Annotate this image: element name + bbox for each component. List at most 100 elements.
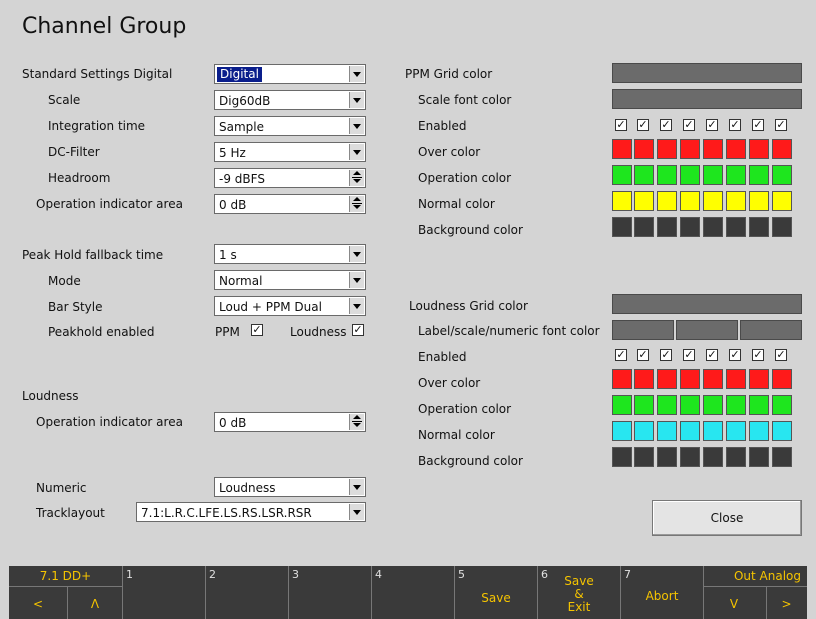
ppm-normal-color-swatch-3[interactable] [657,191,677,211]
ppm-operation-color-swatch-3[interactable] [657,165,677,185]
fkey-prev-group[interactable]: 7.1 DD+ < Λ [9,566,123,619]
numeric-select[interactable]: Loudness [214,477,366,497]
loudness-label-color-swatch-1[interactable] [612,320,674,340]
ppm-background-color-swatch-5[interactable] [703,217,723,237]
integration-time-select[interactable]: Sample [214,116,366,136]
loudness-over-color-swatch-4[interactable] [680,369,700,389]
standard-settings-select[interactable]: Digital [214,64,366,84]
loudness-peakhold-checkbox[interactable]: ✓ [352,324,364,336]
fkey-next-group[interactable]: Out Analog V > [704,566,807,619]
chevron-down-icon[interactable] [349,479,364,495]
loudness-operation-color-swatch-3[interactable] [657,395,677,415]
fkey-3[interactable]: 3 [289,566,372,619]
loudness-background-color-swatch-1[interactable] [612,447,632,467]
loudness-background-color-swatch-2[interactable] [634,447,654,467]
fkey-save[interactable]: 5 Save [455,566,538,619]
spin-arrows-icon[interactable] [349,414,364,430]
chevron-down-icon[interactable] [349,272,364,288]
loudness-operation-color-swatch-1[interactable] [612,395,632,415]
loudness-operation-color-swatch-7[interactable] [749,395,769,415]
nav-up-icon[interactable]: Λ [67,598,123,611]
loudness-normal-color-swatch-3[interactable] [657,421,677,441]
mode-select[interactable]: Normal [214,270,366,290]
loudness-operation-color-swatch-2[interactable] [634,395,654,415]
close-button[interactable]: Close [652,500,802,536]
ppm-normal-color-swatch-2[interactable] [634,191,654,211]
ppm-normal-color-swatch-1[interactable] [612,191,632,211]
loudness-over-color-swatch-3[interactable] [657,369,677,389]
ppm-background-color-swatch-6[interactable] [726,217,746,237]
loudness-background-color-swatch-8[interactable] [772,447,792,467]
loudness-operation-color-swatch-5[interactable] [703,395,723,415]
loudness-over-color-swatch-2[interactable] [634,369,654,389]
loudness-operation-color-swatch-6[interactable] [726,395,746,415]
ppm-operation-color-swatch-6[interactable] [726,165,746,185]
ppm-enabled-checkbox-5[interactable]: ✓ [706,119,718,131]
operation-indicator-spinbox[interactable]: 0 dB [214,194,366,214]
loudness-enabled-checkbox-8[interactable]: ✓ [775,349,787,361]
ppm-over-color-swatch-7[interactable] [749,139,769,159]
ppm-enabled-checkbox-7[interactable]: ✓ [752,119,764,131]
ppm-over-color-swatch-6[interactable] [726,139,746,159]
ppm-background-color-swatch-8[interactable] [772,217,792,237]
ppm-grid-color-swatch[interactable] [612,63,802,83]
loudness-enabled-checkbox-3[interactable]: ✓ [660,349,672,361]
loudness-numeric-color-swatch-3[interactable] [740,320,802,340]
spin-arrows-icon[interactable] [349,196,364,212]
spin-arrows-icon[interactable] [349,170,364,186]
ppm-over-color-swatch-1[interactable] [612,139,632,159]
ppm-enabled-checkbox-3[interactable]: ✓ [660,119,672,131]
chevron-down-icon[interactable] [349,66,364,82]
loudness-operation-indicator-spinbox[interactable]: 0 dB [214,412,366,432]
loudness-enabled-checkbox-7[interactable]: ✓ [752,349,764,361]
ppm-operation-color-swatch-5[interactable] [703,165,723,185]
chevron-down-icon[interactable] [349,504,364,520]
loudness-over-color-swatch-6[interactable] [726,369,746,389]
loudness-grid-color-swatch[interactable] [612,294,802,314]
loudness-over-color-swatch-7[interactable] [749,369,769,389]
dc-filter-select[interactable]: 5 Hz [214,142,366,162]
ppm-normal-color-swatch-7[interactable] [749,191,769,211]
scale-select[interactable]: Dig60dB [214,90,366,110]
ppm-over-color-swatch-5[interactable] [703,139,723,159]
loudness-operation-color-swatch-8[interactable] [772,395,792,415]
ppm-over-color-swatch-3[interactable] [657,139,677,159]
ppm-background-color-swatch-2[interactable] [634,217,654,237]
loudness-normal-color-swatch-1[interactable] [612,421,632,441]
loudness-background-color-swatch-5[interactable] [703,447,723,467]
chevron-down-icon[interactable] [349,92,364,108]
loudness-operation-color-swatch-4[interactable] [680,395,700,415]
loudness-enabled-checkbox-1[interactable]: ✓ [615,349,627,361]
ppm-operation-color-swatch-7[interactable] [749,165,769,185]
ppm-operation-color-swatch-1[interactable] [612,165,632,185]
loudness-background-color-swatch-4[interactable] [680,447,700,467]
ppm-operation-color-swatch-2[interactable] [634,165,654,185]
ppm-enabled-checkbox-8[interactable]: ✓ [775,119,787,131]
loudness-background-color-swatch-7[interactable] [749,447,769,467]
fkey-4[interactable]: 4 [372,566,455,619]
chevron-down-icon[interactable] [349,298,364,314]
ppm-normal-color-swatch-5[interactable] [703,191,723,211]
ppm-enabled-checkbox-6[interactable]: ✓ [729,119,741,131]
ppm-background-color-swatch-7[interactable] [749,217,769,237]
ppm-normal-color-swatch-6[interactable] [726,191,746,211]
loudness-enabled-checkbox-2[interactable]: ✓ [637,349,649,361]
fkey-abort[interactable]: 7 Abort [621,566,704,619]
loudness-enabled-checkbox-6[interactable]: ✓ [729,349,741,361]
ppm-background-color-swatch-1[interactable] [612,217,632,237]
fkey-1[interactable]: 1 [123,566,206,619]
bar-style-select[interactable]: Loud + PPM Dual [214,296,366,316]
ppm-enabled-checkbox-1[interactable]: ✓ [615,119,627,131]
loudness-over-color-swatch-1[interactable] [612,369,632,389]
ppm-normal-color-swatch-4[interactable] [680,191,700,211]
ppm-over-color-swatch-2[interactable] [634,139,654,159]
ppm-enabled-checkbox-2[interactable]: ✓ [637,119,649,131]
ppm-over-color-swatch-4[interactable] [680,139,700,159]
loudness-normal-color-swatch-8[interactable] [772,421,792,441]
chevron-down-icon[interactable] [349,246,364,262]
ppm-normal-color-swatch-8[interactable] [772,191,792,211]
peak-hold-fallback-select[interactable]: 1 s [214,244,366,264]
headroom-spinbox[interactable]: -9 dBFS [214,168,366,188]
chevron-down-icon[interactable] [349,118,364,134]
ppm-operation-color-swatch-4[interactable] [680,165,700,185]
